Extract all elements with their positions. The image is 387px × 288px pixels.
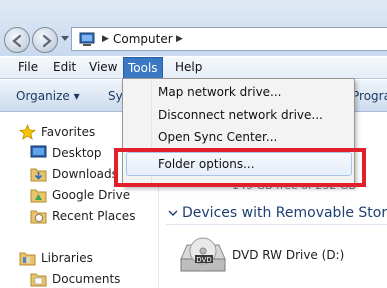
nav-recent-places[interactable]: Recent Places xyxy=(0,206,158,226)
menu-help[interactable]: Help xyxy=(175,60,202,74)
documents-icon xyxy=(30,273,47,287)
back-button[interactable] xyxy=(4,27,30,53)
back-arrow-icon xyxy=(12,34,22,48)
menu-bar: File Edit View Tools Help xyxy=(0,57,387,79)
menu-file[interactable]: File xyxy=(18,60,38,74)
sync-button-partial[interactable]: Sy xyxy=(108,89,123,103)
forward-arrow-icon xyxy=(42,34,52,48)
nav-label: Libraries xyxy=(41,251,93,265)
nav-google-drive[interactable]: Google Drive xyxy=(0,185,158,205)
recent-places-icon xyxy=(30,210,47,224)
dvd-drive-label[interactable]: DVD RW Drive (D:) xyxy=(232,248,344,262)
menu-tools[interactable]: Tools xyxy=(123,57,163,79)
breadcrumb-separator-icon[interactable]: ▶ xyxy=(102,34,109,44)
nav-label: Desktop xyxy=(52,146,102,160)
address-area: ▶ Computer ▶ xyxy=(0,0,387,56)
group-header-removable-storage[interactable]: Devices with Removable Storag xyxy=(182,205,387,221)
downloads-folder-icon xyxy=(30,168,47,182)
breadcrumb-separator-icon[interactable]: ▶ xyxy=(176,34,183,44)
star-icon xyxy=(19,124,36,140)
nav-label: Favorites xyxy=(41,125,96,139)
menu-view[interactable]: View xyxy=(89,60,117,74)
libraries-icon xyxy=(19,252,36,266)
menu-item-disconnect-network-drive[interactable]: Disconnect network drive... xyxy=(158,108,323,122)
dvd-drive-icon[interactable]: DVD xyxy=(177,233,227,277)
computer-icon xyxy=(79,32,95,46)
menu-item-open-sync-center[interactable]: Open Sync Center... xyxy=(158,130,277,144)
breadcrumb-computer[interactable]: Computer xyxy=(113,32,173,46)
menu-edit[interactable]: Edit xyxy=(53,60,76,74)
forward-button[interactable] xyxy=(32,27,58,53)
nav-label: Recent Places xyxy=(52,209,136,223)
programs-button-partial[interactable]: Progra xyxy=(352,89,387,103)
nav-libraries[interactable]: Libraries xyxy=(0,248,158,268)
nav-documents[interactable]: Documents xyxy=(0,269,158,288)
nav-label: Google Drive xyxy=(52,188,131,202)
address-bar[interactable]: ▶ Computer ▶ xyxy=(71,27,387,51)
desktop-icon xyxy=(30,145,47,158)
svg-text:DVD: DVD xyxy=(196,256,211,264)
annotation-highlight-frame xyxy=(114,148,366,187)
organize-button[interactable]: Organize ▾ xyxy=(16,89,80,103)
nav-label: Downloads xyxy=(52,167,118,181)
nav-label: Documents xyxy=(52,272,121,286)
menu-item-map-network-drive[interactable]: Map network drive... xyxy=(158,85,282,99)
google-drive-folder-icon xyxy=(30,189,47,203)
recent-pages-dropdown-icon[interactable] xyxy=(61,36,69,42)
collapse-chevron-icon[interactable] xyxy=(168,208,178,218)
group-divider xyxy=(166,224,387,225)
